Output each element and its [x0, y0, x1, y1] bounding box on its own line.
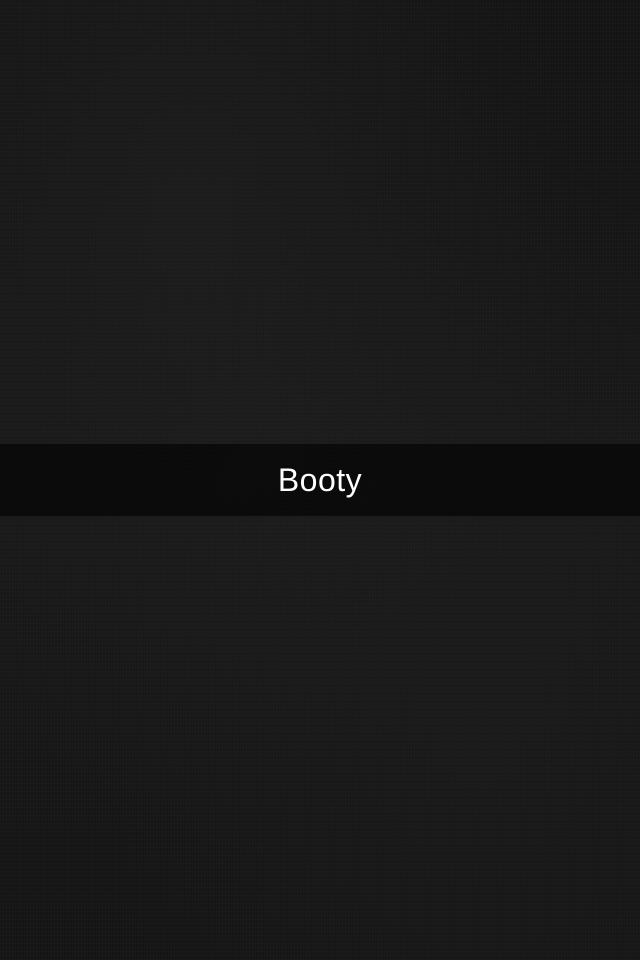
snap-photo[interactable]: Booty — [0, 0, 640, 960]
caption-text: Booty — [277, 462, 363, 498]
caption-bar[interactable]: Booty — [0, 444, 640, 516]
